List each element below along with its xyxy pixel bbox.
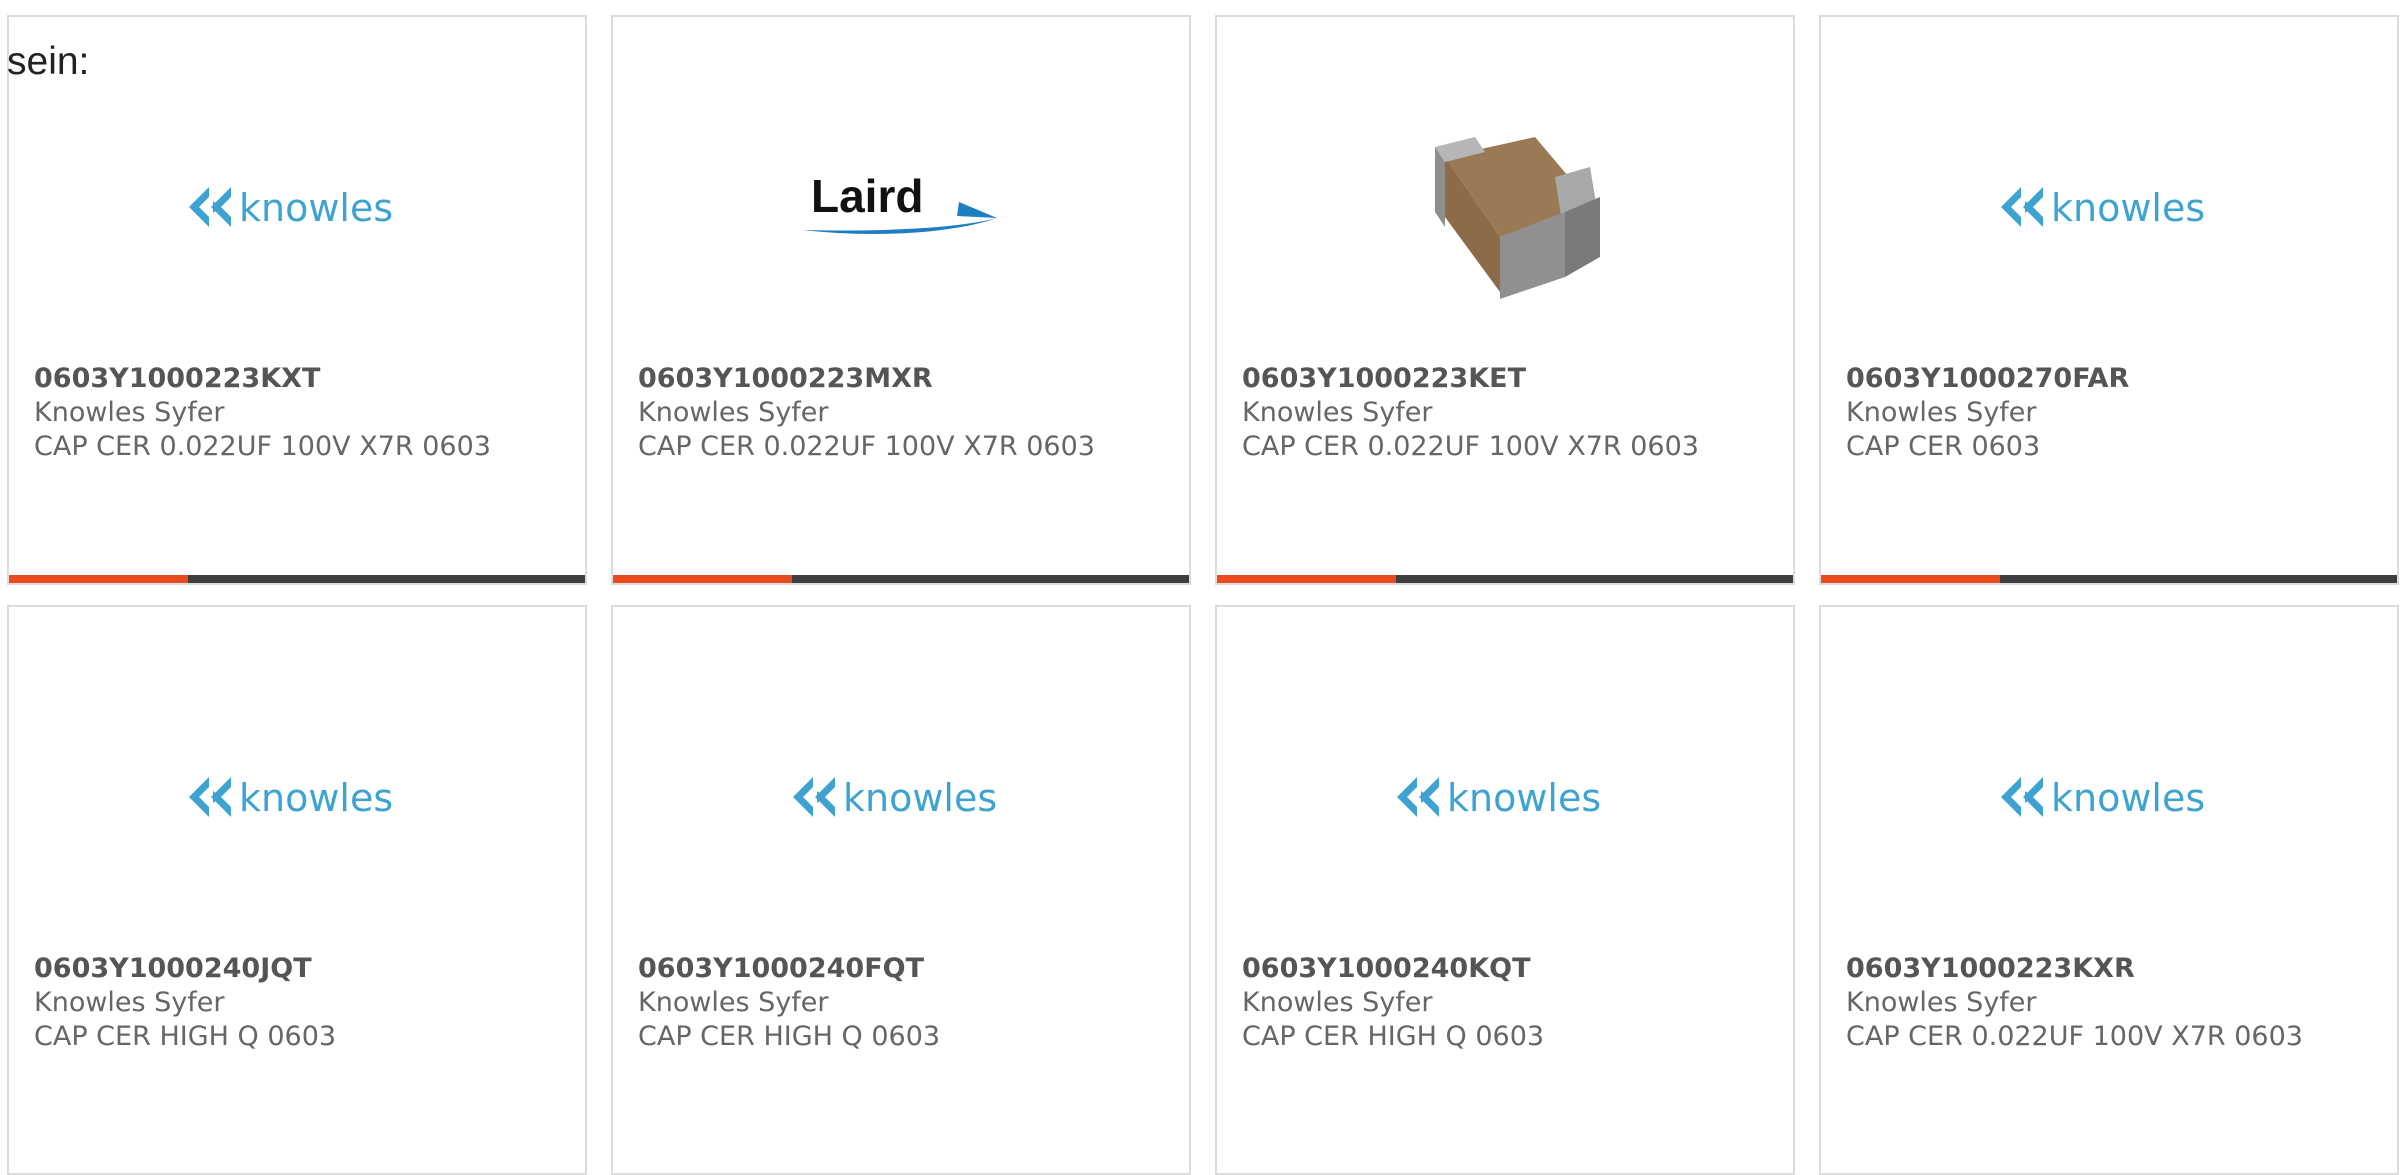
- progress-bar: [1821, 575, 2397, 583]
- description: CAP CER 0.022UF 100V X7R 0603: [1242, 431, 1699, 462]
- laird-logo-icon: Laird: [803, 172, 997, 234]
- product-image[interactable]: Laird: [613, 67, 1189, 347]
- progress-fill: [1821, 575, 2000, 583]
- knowles-logo-icon: knowles: [2001, 186, 2205, 230]
- logo-text: knowles: [239, 186, 393, 230]
- knowles-logo-icon: knowles: [189, 186, 393, 230]
- product-grid: knowles 0603Y1000223KXT Knowles Syfer CA…: [7, 15, 2399, 1175]
- product-card[interactable]: 0603Y1000223KET Knowles Syfer CAP CER 0.…: [1215, 15, 1795, 585]
- logo-text: knowles: [239, 776, 393, 820]
- manufacturer: Knowles Syfer: [1242, 397, 1433, 428]
- product-card[interactable]: knowles 0603Y1000240FQT Knowles Syfer CA…: [611, 605, 1191, 1175]
- progress-fill: [9, 575, 188, 583]
- product-card[interactable]: Laird 0603Y1000223MXR Knowles Syfer CAP …: [611, 15, 1191, 585]
- description: CAP CER HIGH Q 0603: [34, 1021, 337, 1052]
- progress-fill: [1217, 575, 1396, 583]
- progress-fill: [613, 575, 792, 583]
- description: CAP CER 0.022UF 100V X7R 0603: [34, 431, 491, 462]
- capacitor-icon: [1435, 137, 1600, 299]
- knowles-logo-icon: knowles: [793, 776, 997, 820]
- product-image[interactable]: knowles: [613, 657, 1189, 937]
- manufacturer: Knowles Syfer: [638, 397, 829, 428]
- product-image[interactable]: knowles: [1821, 657, 2397, 937]
- knowles-logo-icon: knowles: [2001, 776, 2205, 820]
- logo-text: knowles: [2051, 186, 2205, 230]
- product-card[interactable]: knowles 0603Y1000240JQT Knowles Syfer CA…: [7, 605, 587, 1175]
- part-number[interactable]: 0603Y1000223KXT: [34, 362, 565, 396]
- manufacturer: Knowles Syfer: [638, 987, 829, 1018]
- part-number[interactable]: 0603Y1000240KQT: [1242, 952, 1773, 986]
- description: CAP CER HIGH Q 0603: [638, 1021, 941, 1052]
- manufacturer: Knowles Syfer: [34, 987, 225, 1018]
- manufacturer: Knowles Syfer: [1846, 397, 2037, 428]
- logo-text: knowles: [1447, 776, 1601, 820]
- logo-text: Laird: [811, 172, 923, 222]
- intro-text: sein:: [7, 40, 90, 83]
- product-card[interactable]: knowles 0603Y1000240KQT Knowles Syfer CA…: [1215, 605, 1795, 1175]
- part-number[interactable]: 0603Y1000240JQT: [34, 952, 565, 986]
- part-number[interactable]: 0603Y1000240FQT: [638, 952, 1169, 986]
- progress-bar: [9, 575, 585, 583]
- description: CAP CER HIGH Q 0603: [1242, 1021, 1545, 1052]
- part-number[interactable]: 0603Y1000223KXR: [1846, 952, 2377, 986]
- logo-text: knowles: [2051, 776, 2205, 820]
- progress-bar: [1217, 575, 1793, 583]
- logo-text: knowles: [843, 776, 997, 820]
- description: CAP CER 0603: [1846, 431, 2041, 462]
- product-card[interactable]: knowles 0603Y1000270FAR Knowles Syfer CA…: [1819, 15, 2399, 585]
- progress-bar: [613, 575, 1189, 583]
- product-image[interactable]: knowles: [1821, 67, 2397, 347]
- description: CAP CER 0.022UF 100V X7R 0603: [1846, 1021, 2303, 1052]
- manufacturer: Knowles Syfer: [1242, 987, 1433, 1018]
- product-image[interactable]: knowles: [9, 67, 585, 347]
- product-image[interactable]: [1217, 67, 1793, 347]
- product-image[interactable]: knowles: [1217, 657, 1793, 937]
- part-number[interactable]: 0603Y1000223KET: [1242, 362, 1773, 396]
- part-number[interactable]: 0603Y1000223MXR: [638, 362, 1169, 396]
- manufacturer: Knowles Syfer: [34, 397, 225, 428]
- product-image[interactable]: knowles: [9, 657, 585, 937]
- knowles-logo-icon: knowles: [1397, 776, 1601, 820]
- product-card[interactable]: knowles 0603Y1000223KXR Knowles Syfer CA…: [1819, 605, 2399, 1175]
- product-card[interactable]: knowles 0603Y1000223KXT Knowles Syfer CA…: [7, 15, 587, 585]
- description: CAP CER 0.022UF 100V X7R 0603: [638, 431, 1095, 462]
- knowles-logo-icon: knowles: [189, 776, 393, 820]
- manufacturer: Knowles Syfer: [1846, 987, 2037, 1018]
- part-number[interactable]: 0603Y1000270FAR: [1846, 362, 2377, 396]
